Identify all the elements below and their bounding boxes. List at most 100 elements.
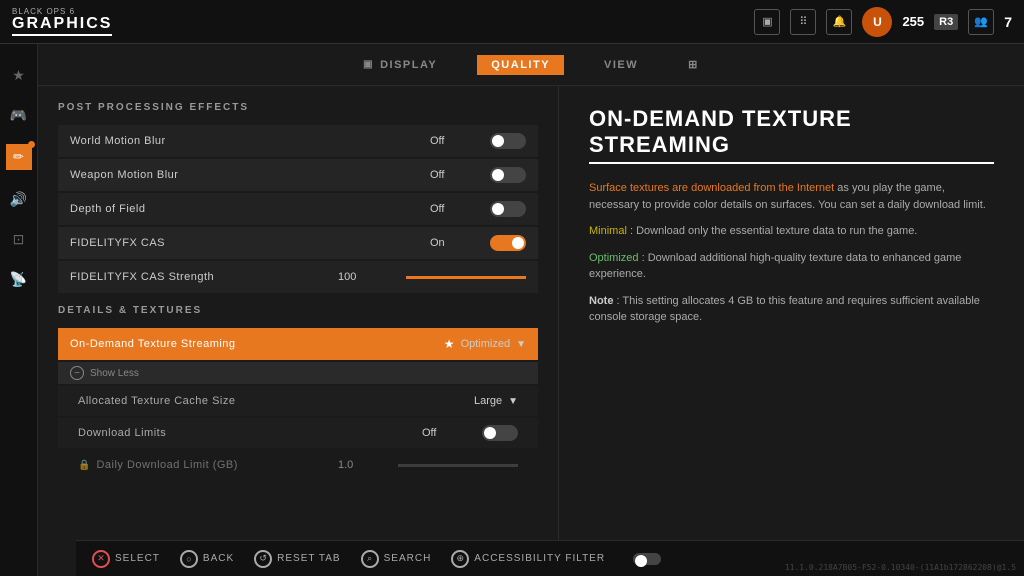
- reset-tab-label: RESET TAB: [277, 553, 340, 564]
- row-download-limits[interactable]: Download Limits Off: [58, 418, 538, 448]
- row-daily-download-limit: 🔒 Daily Download Limit (GB) 1.0: [58, 450, 538, 480]
- sidebar: ★ 🎮 ✏ 🔊 ⊡ 📡: [0, 44, 38, 576]
- depth-of-field-value: Off: [430, 203, 490, 215]
- accessibility-label: ACCESSIBILITY FILTER: [474, 553, 605, 564]
- details-textures-section: DETAILS & TEXTURES On-Demand Texture Str…: [58, 305, 538, 480]
- texture-cache-size-label: Allocated Texture Cache Size: [78, 395, 474, 407]
- optimized-desc: : Download additional high-quality textu…: [589, 252, 961, 281]
- sidebar-icon-sound[interactable]: 🔊: [8, 188, 30, 210]
- grid-icon[interactable]: ⠿: [790, 9, 816, 35]
- reset-tab-icon: ↺: [254, 550, 272, 568]
- action-reset-tab[interactable]: ↺ RESET TAB: [254, 550, 340, 568]
- texture-cache-size-dropdown[interactable]: Large ▼: [474, 395, 518, 407]
- search-label: SEARCH: [384, 553, 432, 564]
- optimized-label: Optimized: [589, 252, 639, 264]
- note-desc: : This setting allocates 4 GB to this fe…: [589, 295, 980, 324]
- minimal-label: Minimal: [589, 225, 627, 237]
- sidebar-icon-pencil-active[interactable]: ✏: [6, 144, 32, 170]
- row-texture-cache-size[interactable]: Allocated Texture Cache Size Large ▼: [58, 386, 538, 416]
- show-less-icon: −: [70, 366, 84, 380]
- tab-display-label: DISPLAY: [380, 59, 437, 71]
- sidebar-icon-display[interactable]: ⊡: [8, 228, 30, 250]
- fidelityfx-cas-strength-track[interactable]: [406, 276, 526, 279]
- texture-cache-size-value: Large: [474, 395, 502, 407]
- right-panel: On-Demand Texture Streaming Surface text…: [558, 86, 1024, 576]
- info-note: Note : This setting allocates 4 GB to th…: [589, 293, 994, 326]
- avatar[interactable]: U: [862, 7, 892, 37]
- controller-icon[interactable]: ▣: [754, 9, 780, 35]
- on-demand-texture-label: On-Demand Texture Streaming: [70, 338, 438, 350]
- on-demand-texture-dropdown[interactable]: Optimized ▼: [461, 338, 526, 350]
- logo-title: GRAPHICS: [12, 16, 112, 32]
- dropdown-arrow-icon: ▼: [516, 339, 526, 350]
- row-fidelityfx-cas[interactable]: FIDELITYFX CAS On: [58, 227, 538, 259]
- toggle-indicator[interactable]: [633, 553, 661, 565]
- details-textures-title: DETAILS & TEXTURES: [58, 305, 538, 320]
- content-area: POST PROCESSING EFFECTS World Motion Blu…: [38, 86, 1024, 576]
- daily-download-slider: [398, 464, 518, 467]
- info-optimized: Optimized : Download additional high-qua…: [589, 250, 994, 283]
- fidelityfx-cas-strength-fill: [406, 276, 526, 279]
- row-depth-of-field[interactable]: Depth of Field Off: [58, 193, 538, 225]
- daily-download-value: 1.0: [338, 459, 398, 471]
- fidelityfx-cas-strength-label: FIDELITYFX CAS Strength: [70, 271, 338, 283]
- logo-line: [12, 34, 112, 36]
- back-icon: ○: [180, 550, 198, 568]
- info-desc-highlight: Surface textures are downloaded from the…: [589, 182, 834, 194]
- download-limits-value: Off: [422, 427, 482, 439]
- select-icon: ✕: [92, 550, 110, 568]
- depth-of-field-label: Depth of Field: [70, 203, 430, 215]
- daily-download-label: Daily Download Limit (GB): [96, 459, 338, 471]
- fidelityfx-cas-label: FIDELITYFX CAS: [70, 237, 430, 249]
- bell-icon[interactable]: 🔔: [826, 9, 852, 35]
- lock-icon: 🔒: [78, 460, 90, 471]
- topbar-icons: ▣ ⠿ 🔔 U 255 R3 👥 7: [754, 7, 1012, 37]
- fidelityfx-cas-toggle[interactable]: [490, 235, 526, 251]
- sidebar-icon-controller[interactable]: 🎮: [8, 104, 30, 126]
- back-label: BACK: [203, 553, 234, 564]
- download-limits-toggle[interactable]: [482, 425, 518, 441]
- row-on-demand-texture[interactable]: On-Demand Texture Streaming ★ Optimized …: [58, 328, 538, 360]
- action-accessibility[interactable]: ⊕ ACCESSIBILITY FILTER: [451, 550, 605, 568]
- weapon-motion-blur-value: Off: [430, 169, 490, 181]
- action-back[interactable]: ○ BACK: [180, 550, 234, 568]
- action-search[interactable]: ⌕ SEARCH: [361, 550, 432, 568]
- minimal-desc: : Download only the essential texture da…: [630, 225, 917, 237]
- info-minimal: Minimal : Download only the essential te…: [589, 223, 994, 240]
- download-limits-label: Download Limits: [78, 427, 422, 439]
- row-world-motion-blur[interactable]: World Motion Blur Off: [58, 125, 538, 157]
- tab-display[interactable]: ▣ DISPLAY: [353, 55, 447, 75]
- row-fidelityfx-cas-strength[interactable]: FIDELITYFX CAS Strength 100: [58, 261, 538, 293]
- game-logo: BLACK OPS 6 GRAPHICS: [12, 7, 112, 36]
- search-icon: ⌕: [361, 550, 379, 568]
- main-content: ▣ DISPLAY QUALITY VIEW ⊞ POST PROCESSING…: [38, 44, 1024, 576]
- show-less-row[interactable]: − Show Less: [58, 362, 538, 384]
- tab-view[interactable]: VIEW: [594, 55, 648, 75]
- accessibility-toggle[interactable]: [633, 553, 661, 565]
- tab-extra[interactable]: ⊞: [678, 54, 709, 75]
- row-weapon-motion-blur[interactable]: Weapon Motion Blur Off: [58, 159, 538, 191]
- select-label: SELECT: [115, 553, 160, 564]
- topbar: BLACK OPS 6 GRAPHICS ▣ ⠿ 🔔 U 255 R3 👥 7: [0, 0, 1024, 44]
- tab-quality-label: QUALITY: [491, 59, 550, 71]
- players-count: 7: [1004, 14, 1012, 30]
- tab-view-label: VIEW: [604, 59, 638, 71]
- fidelityfx-cas-value: On: [430, 237, 490, 249]
- weapon-motion-blur-toggle[interactable]: [490, 167, 526, 183]
- tab-quality[interactable]: QUALITY: [477, 55, 564, 75]
- info-description: Surface textures are downloaded from the…: [589, 180, 994, 213]
- fidelityfx-cas-strength-value: 100: [338, 271, 398, 283]
- extra-icon: ⊞: [688, 58, 699, 71]
- texture-cache-dropdown-arrow: ▼: [508, 396, 518, 407]
- info-title: On-Demand Texture Streaming: [589, 106, 994, 164]
- tech-info: 11.1.0.218A7B05-F52-0.10340-(11A1b172862…: [785, 563, 1016, 572]
- note-label: Note: [589, 295, 613, 307]
- depth-of-field-toggle[interactable]: [490, 201, 526, 217]
- sidebar-icon-network[interactable]: 📡: [8, 268, 30, 290]
- world-motion-blur-toggle[interactable]: [490, 133, 526, 149]
- sidebar-icon-star[interactable]: ★: [8, 64, 30, 86]
- nav-tabs: ▣ DISPLAY QUALITY VIEW ⊞: [38, 44, 1024, 86]
- group-icon[interactable]: 👥: [968, 9, 994, 35]
- action-select[interactable]: ✕ SELECT: [92, 550, 160, 568]
- r3-badge: R3: [934, 14, 958, 30]
